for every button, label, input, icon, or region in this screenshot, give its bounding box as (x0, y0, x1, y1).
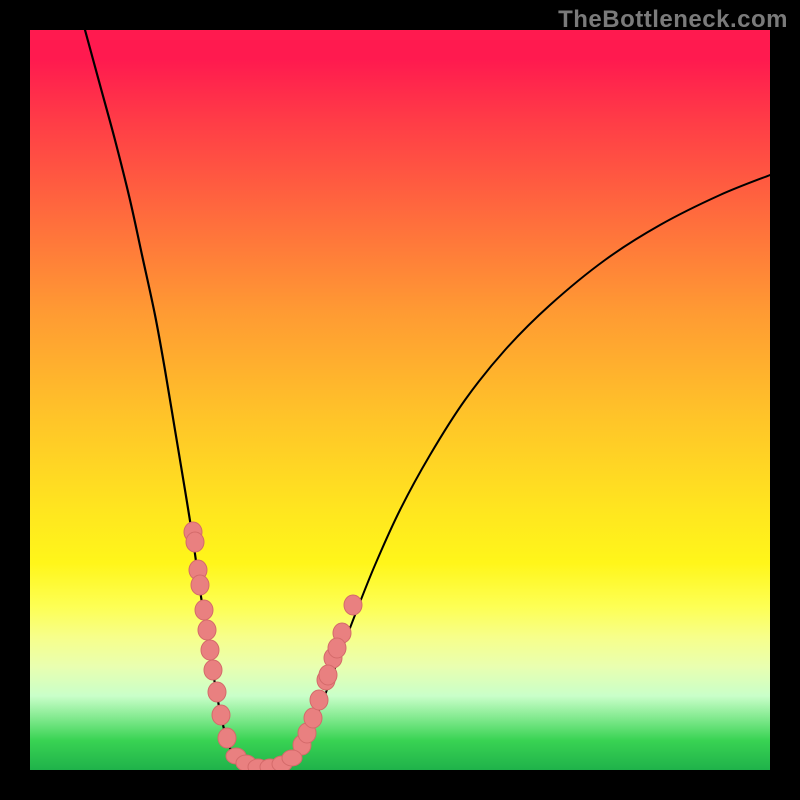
chart-plot-area (30, 30, 770, 770)
data-marker (201, 640, 219, 660)
data-marker (208, 682, 226, 702)
data-marker (328, 638, 346, 658)
watermark-text: TheBottleneck.com (558, 6, 788, 34)
chart-frame: TheBottleneck.com (0, 0, 800, 800)
data-marker (344, 595, 362, 615)
data-marker (282, 750, 302, 766)
data-marker (218, 728, 236, 748)
data-marker (304, 708, 322, 728)
data-marker (186, 532, 204, 552)
data-marker (310, 690, 328, 710)
data-marker (191, 575, 209, 595)
data-marker (212, 705, 230, 725)
curve-layer (85, 30, 770, 767)
data-marker (204, 660, 222, 680)
data-marker (195, 600, 213, 620)
data-marker (319, 665, 337, 685)
marker-layer (184, 522, 362, 770)
chart-svg (30, 30, 770, 770)
curve-segment (298, 175, 770, 753)
data-marker (198, 620, 216, 640)
